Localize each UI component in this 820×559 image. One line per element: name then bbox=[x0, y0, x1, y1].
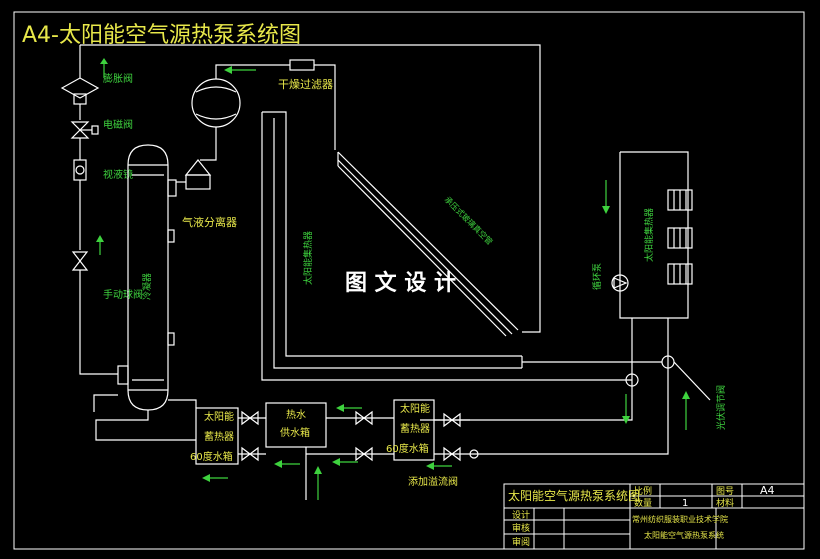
flow-arrow-bottom-right-1 bbox=[336, 404, 362, 412]
title-block-subtitle: 太阳能空气源热泵系统 bbox=[644, 530, 724, 540]
title-block-material-label: 材料 bbox=[716, 497, 734, 509]
flow-arrow-right-down bbox=[602, 180, 610, 214]
compressor-icon bbox=[191, 78, 241, 128]
label-solar-collector: 太阳能集热器 bbox=[302, 231, 314, 285]
pipe-condenser-out-2 bbox=[168, 399, 197, 408]
pipe-left-bottom bbox=[79, 270, 118, 375]
flow-arrow-bottom-right-2 bbox=[332, 458, 358, 466]
flow-arrow-bottom-mid bbox=[274, 460, 300, 468]
title-block-qty-label: 数量 bbox=[634, 497, 652, 509]
pipe-right-1 bbox=[420, 318, 633, 421]
pipe-compressor-top bbox=[215, 64, 290, 79]
pipe-condenser-out bbox=[93, 394, 118, 412]
pipe-right-2 bbox=[470, 318, 669, 455]
label-manual-valve: 手动球阀 bbox=[103, 288, 143, 301]
diagonal-collector-tubes bbox=[337, 151, 519, 337]
leader-cold-water bbox=[673, 361, 711, 401]
label-expansion-valve: 膨胀阀 bbox=[103, 72, 133, 85]
flow-arrow-left-2 bbox=[96, 235, 104, 255]
label-cold-water-valve: 光伏调节阀 bbox=[715, 385, 727, 430]
title-block-scale-label: 比例 bbox=[634, 485, 652, 497]
watermark-text: 图 文 设 计 bbox=[345, 270, 456, 296]
title-block-qty-value: 1 bbox=[682, 498, 688, 509]
label-collector-tubes: 承压式玻璃真空管 bbox=[443, 194, 495, 246]
title-block-design-label: 设计 bbox=[512, 509, 530, 521]
label-makeup-valve: 添加溢流阀 bbox=[408, 475, 458, 488]
hot-water-tank-label: 热水 供水箱 bbox=[280, 408, 310, 439]
title-block-approve-label: 审阅 bbox=[512, 536, 530, 548]
label-condenser: 冷凝器 bbox=[141, 273, 153, 300]
label-dryer-filter: 干燥过滤器 bbox=[278, 78, 333, 91]
label-solenoid-valve: 电磁阀 bbox=[103, 118, 133, 131]
diagram-title: A4-太阳能空气源热泵系统图 bbox=[22, 23, 301, 48]
title-block-drawing-no-value: A4 bbox=[760, 484, 775, 497]
solenoid-valve-icon bbox=[70, 121, 99, 139]
dryer-filter-icon bbox=[289, 59, 315, 71]
expansion-valve-icon bbox=[60, 77, 100, 105]
flow-arrow-bottom-right-3 bbox=[426, 462, 452, 470]
flow-arrow-bottom-up bbox=[314, 466, 322, 500]
title-block-drawing-no-label: 图号 bbox=[716, 486, 734, 497]
storage-tank-right-label: 太阳能 蓄热器 60度水箱 bbox=[386, 402, 433, 455]
pipe-condenser-tank bbox=[95, 410, 196, 441]
storage-tank-left-label: 太阳能 蓄热器 60度水箱 bbox=[190, 410, 237, 463]
pipe-compressor-bottom bbox=[200, 127, 217, 161]
label-gas-liquid-separator: 气液分离器 bbox=[182, 215, 237, 229]
flow-arrow-bottom-left bbox=[202, 474, 228, 482]
label-right-collector: 太阳能集热器 bbox=[643, 208, 655, 262]
manual-valve-icon bbox=[71, 251, 89, 271]
title-block-name: 太阳能空气源热泵系统图 bbox=[508, 488, 640, 503]
sight-glass-icon bbox=[73, 159, 87, 181]
label-circulation-pump: 循环泵 bbox=[591, 263, 603, 290]
pipe-collector-outer bbox=[261, 112, 632, 381]
flow-arrow-right-up bbox=[682, 391, 690, 430]
gas-liquid-separator-icon bbox=[184, 159, 212, 190]
flow-arrow-top bbox=[224, 66, 256, 74]
title-block-school: 常州纺织服装职业技术学院 bbox=[632, 514, 728, 524]
heat-pump-diagram: A4-太阳能空气源热泵系统图 膨胀阀 电磁阀 视液镜 手动球阀 冷凝器 干燥过滤… bbox=[13, 11, 805, 550]
title-block-check-label: 审核 bbox=[512, 522, 530, 534]
